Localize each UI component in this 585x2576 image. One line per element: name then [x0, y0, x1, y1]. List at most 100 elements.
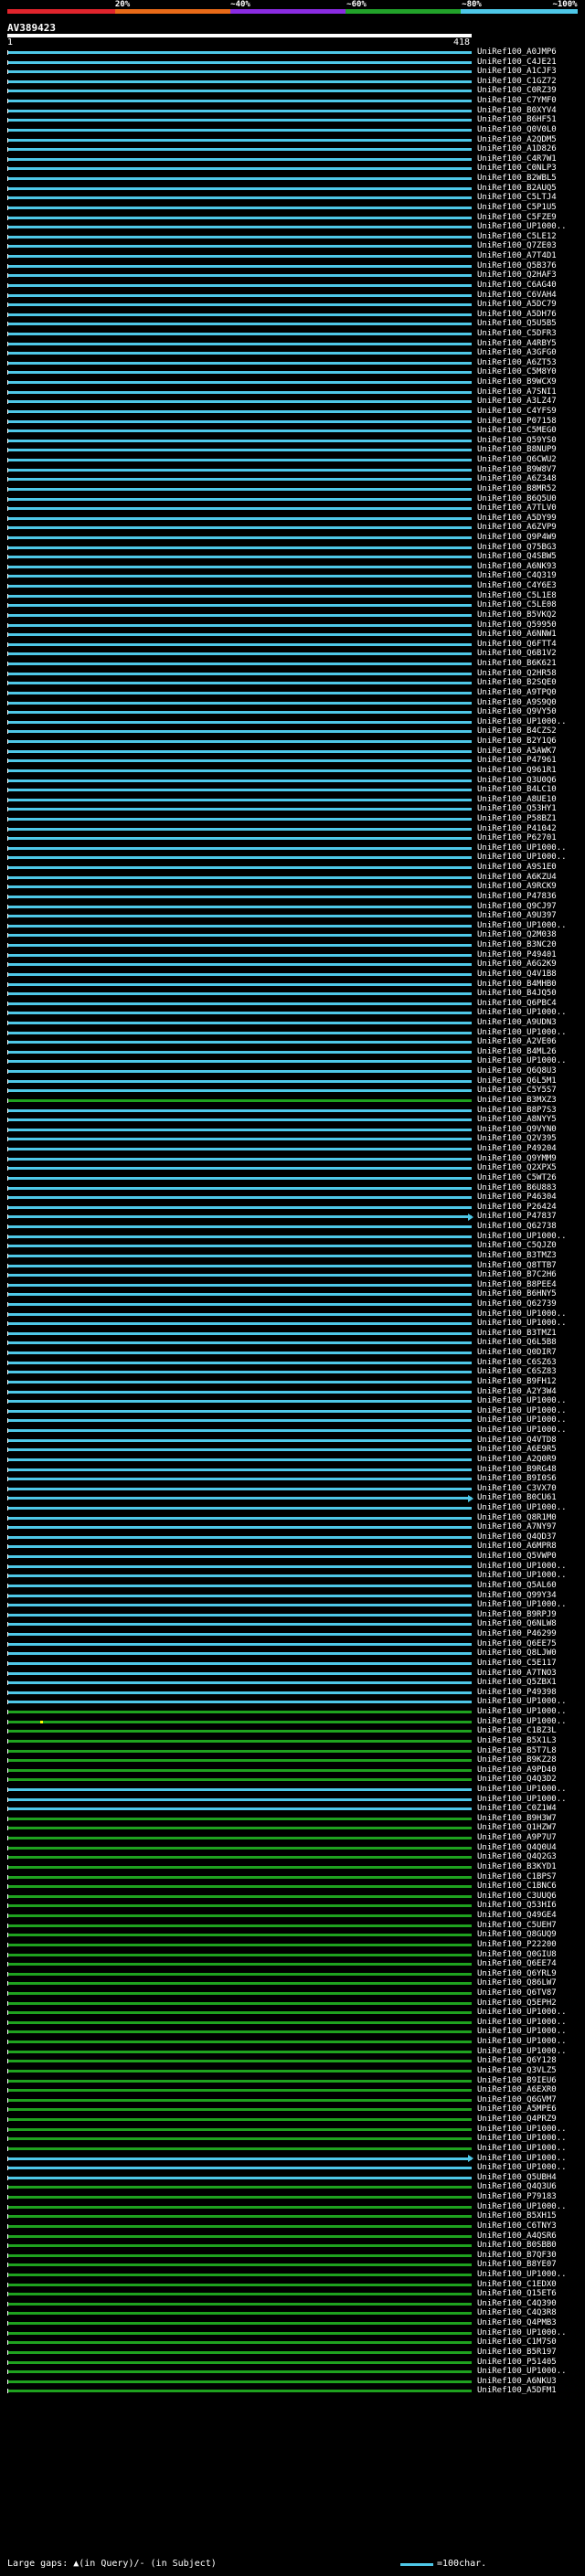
hit-label[interactable]: UniRef100_UP1000.. — [477, 1707, 567, 1716]
hit-label[interactable]: UniRef100_Q5U5B5 — [477, 319, 557, 328]
hit-label[interactable]: UniRef100_C4R7W1 — [477, 154, 557, 164]
hit-label[interactable]: UniRef100_A6ZVP9 — [477, 523, 557, 532]
hit-label[interactable]: UniRef100_A5DFM1 — [477, 2386, 557, 2395]
hit-label[interactable]: UniRef100_UP1000.. — [477, 2047, 567, 2056]
hit-label[interactable]: UniRef100_A9P7U7 — [477, 1833, 557, 1842]
hit-label[interactable]: UniRef100_Q6GVM7 — [477, 2095, 557, 2104]
hit-label[interactable]: UniRef100_P58BZ1 — [477, 814, 557, 823]
hit-label[interactable]: UniRef100_UP1000.. — [477, 1426, 567, 1435]
hit-label[interactable]: UniRef100_C4Q319 — [477, 571, 557, 580]
hit-label[interactable]: UniRef100_P07158 — [477, 417, 557, 426]
hit-label[interactable]: UniRef100_P62701 — [477, 833, 557, 843]
hit-label[interactable]: UniRef100_UP1000.. — [477, 1232, 567, 1241]
hit-label[interactable]: UniRef100_Q6Y128 — [477, 2056, 557, 2065]
hit-label[interactable]: UniRef100_B8YE07 — [477, 2260, 557, 2269]
hit-label[interactable]: UniRef100_UP1000.. — [477, 222, 567, 231]
hit-label[interactable]: UniRef100_P26424 — [477, 1203, 557, 1212]
hit-label[interactable]: UniRef100_B7QF30 — [477, 2251, 557, 2260]
hit-label[interactable]: UniRef100_Q8TTB7 — [477, 1261, 557, 1270]
hit-label[interactable]: UniRef100_Q4Q3D2 — [477, 1775, 557, 1784]
hit-label[interactable]: UniRef100_P51405 — [477, 2358, 557, 2367]
hit-label[interactable]: UniRef100_Q2HAF3 — [477, 270, 557, 280]
hit-label[interactable]: UniRef100_A6EXR0 — [477, 2085, 557, 2094]
hit-label[interactable]: UniRef100_Q9VYN0 — [477, 1125, 557, 1134]
hit-label[interactable]: UniRef100_Q4V1B8 — [477, 970, 557, 979]
hit-label[interactable]: UniRef100_UP1000.. — [477, 2270, 567, 2279]
hit-label[interactable]: UniRef100_C6TNY3 — [477, 2221, 557, 2231]
hit-label[interactable]: UniRef100_P47836 — [477, 892, 557, 901]
hit-label[interactable]: UniRef100_A3LZ47 — [477, 397, 557, 406]
hit-label[interactable]: UniRef100_B4JQ50 — [477, 989, 557, 998]
hit-label[interactable]: UniRef100_Q75BG3 — [477, 543, 557, 552]
hit-label[interactable]: UniRef100_C5LTJ4 — [477, 193, 557, 202]
hit-label[interactable]: UniRef100_Q5EPH2 — [477, 1998, 557, 2008]
hit-label[interactable]: UniRef100_UP1000.. — [477, 921, 567, 930]
hit-label[interactable]: UniRef100_Q5B376 — [477, 261, 557, 270]
hit-label[interactable]: UniRef100_C5QJZ0 — [477, 1241, 557, 1250]
hit-label[interactable]: UniRef100_A5DC79 — [477, 300, 557, 309]
hit-label[interactable]: UniRef100_A6MPR8 — [477, 1542, 557, 1551]
hit-label[interactable]: UniRef100_A7SNI1 — [477, 387, 557, 397]
hit-label[interactable]: UniRef100_C5P1U5 — [477, 203, 557, 212]
hit-label[interactable]: UniRef100_A3GFG0 — [477, 348, 557, 357]
hit-label[interactable]: UniRef100_A9UDN3 — [477, 1018, 557, 1027]
hit-label[interactable]: UniRef100_B9WCX9 — [477, 377, 557, 387]
hit-label[interactable]: UniRef100_B3MXZ3 — [477, 1096, 557, 1105]
hit-label[interactable]: UniRef100_Q4PRZ9 — [477, 2115, 557, 2124]
hit-label[interactable]: UniRef100_P47961 — [477, 756, 557, 765]
hit-label[interactable]: UniRef100_B9RPJ9 — [477, 1610, 557, 1619]
hit-label[interactable]: UniRef100_Q2V395 — [477, 1134, 557, 1143]
hit-label[interactable]: UniRef100_B0CU61 — [477, 1493, 557, 1502]
hit-label[interactable]: UniRef100_A4RBY5 — [477, 339, 557, 348]
hit-label[interactable]: UniRef100_Q62739 — [477, 1299, 557, 1309]
hit-label[interactable]: UniRef100_A5MPE6 — [477, 2104, 557, 2114]
hit-label[interactable]: UniRef100_A9RCK9 — [477, 882, 557, 891]
hit-label[interactable]: UniRef100_Q6CWU2 — [477, 455, 557, 464]
hit-label[interactable]: UniRef100_Q6Q8U3 — [477, 1066, 557, 1076]
hit-label[interactable]: UniRef100_B8NUP9 — [477, 445, 557, 454]
hit-label[interactable]: UniRef100_Q5VWP0 — [477, 1552, 557, 1561]
hit-label[interactable]: UniRef100_Q53HY1 — [477, 804, 557, 813]
hit-label[interactable]: UniRef100_A6NKU3 — [477, 2377, 557, 2386]
hit-label[interactable]: UniRef100_B8MR52 — [477, 484, 557, 493]
hit-label[interactable]: UniRef100_Q0V0L0 — [477, 125, 557, 134]
hit-label[interactable]: UniRef100_C1M7S0 — [477, 2337, 557, 2347]
hit-label[interactable]: UniRef100_B5R197 — [477, 2348, 557, 2357]
hit-label[interactable]: UniRef100_B6HF51 — [477, 115, 557, 124]
hit-label[interactable]: UniRef100_A8UE10 — [477, 795, 557, 804]
hit-label[interactable]: UniRef100_Q4SBW5 — [477, 552, 557, 561]
hit-label[interactable]: UniRef100_UP1000.. — [477, 2125, 567, 2134]
hit-label[interactable]: UniRef100_Q6YRL9 — [477, 1969, 557, 1978]
hit-label[interactable]: UniRef100_Q5ZBX1 — [477, 1678, 557, 1687]
hit-label[interactable]: UniRef100_P46299 — [477, 1629, 557, 1638]
hit-label[interactable]: UniRef100_C0NLP3 — [477, 164, 557, 173]
hit-label[interactable]: UniRef100_Q4QD37 — [477, 1532, 557, 1542]
hit-label[interactable]: UniRef100_C1EDX0 — [477, 2280, 557, 2289]
hit-label[interactable]: UniRef100_B5XH15 — [477, 2211, 557, 2221]
hit-label[interactable]: UniRef100_A7T4D1 — [477, 251, 557, 260]
hit-label[interactable]: UniRef100_Q59950 — [477, 620, 557, 630]
hit-label[interactable]: UniRef100_B3TMZ3 — [477, 1251, 557, 1260]
hit-label[interactable]: UniRef100_C4Y6E3 — [477, 581, 557, 590]
hit-label[interactable]: UniRef100_UP1000.. — [477, 1396, 567, 1405]
hit-label[interactable]: UniRef100_B9IEU6 — [477, 2076, 557, 2085]
hit-label[interactable]: UniRef100_UP1000.. — [477, 1600, 567, 1609]
hit-label[interactable]: UniRef100_UP1000.. — [477, 1056, 567, 1065]
hit-label[interactable]: UniRef100_C5DFR3 — [477, 329, 557, 338]
hit-label[interactable]: UniRef100_P49401 — [477, 950, 557, 959]
hit-label[interactable]: UniRef100_Q4Q3U6 — [477, 2182, 557, 2191]
hit-label[interactable]: UniRef100_Q2XPX5 — [477, 1163, 557, 1172]
hit-label[interactable]: UniRef100_A6KZU4 — [477, 873, 557, 882]
hit-label[interactable]: UniRef100_B2SQE0 — [477, 678, 557, 687]
hit-label[interactable]: UniRef100_B3TMZ1 — [477, 1329, 557, 1338]
hit-label[interactable]: UniRef100_A9TPQ0 — [477, 688, 557, 697]
hit-label[interactable]: UniRef100_A7TNO3 — [477, 1669, 557, 1678]
hit-label[interactable]: UniRef100_C5MEG0 — [477, 426, 557, 435]
hit-label[interactable]: UniRef100_UP1000.. — [477, 1503, 567, 1512]
hit-label[interactable]: UniRef100_P46304 — [477, 1193, 557, 1202]
hit-label[interactable]: UniRef100_A7TLV0 — [477, 504, 557, 513]
hit-label[interactable]: UniRef100_A6ZT53 — [477, 358, 557, 367]
hit-label[interactable]: UniRef100_B5X1L3 — [477, 1736, 557, 1745]
hit-label[interactable]: UniRef100_UP1000.. — [477, 1562, 567, 1571]
hit-label[interactable]: UniRef100_B4ML26 — [477, 1047, 557, 1056]
